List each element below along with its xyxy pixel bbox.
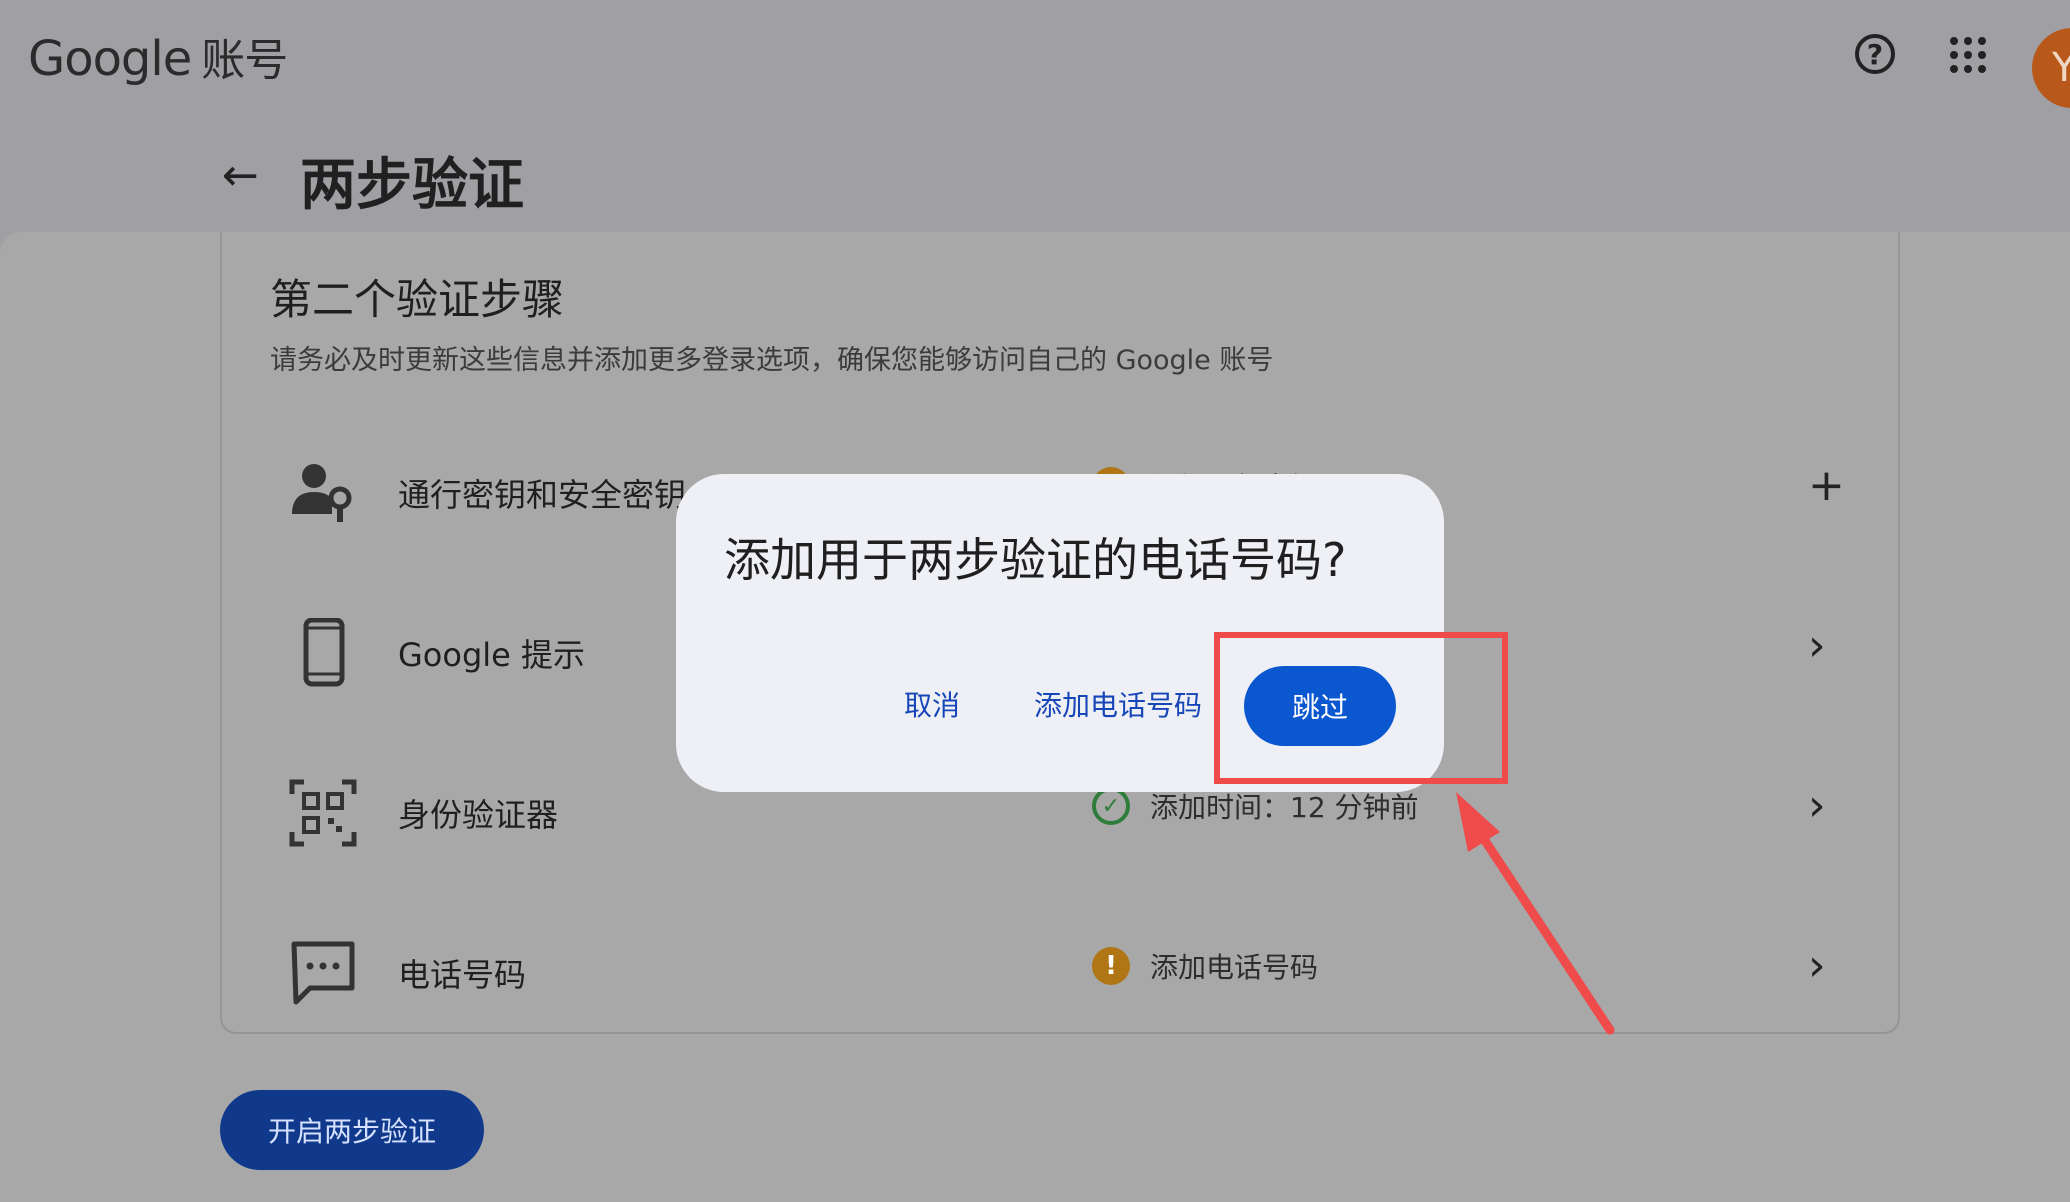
avatar[interactable]: Y	[2032, 28, 2070, 108]
row-label: 通行密钥和安全密钥	[398, 476, 687, 514]
google-account-logo[interactable]: Google 账号	[28, 24, 288, 88]
warning-icon: !	[1092, 947, 1130, 985]
cancel-button[interactable]: 取消	[904, 684, 960, 724]
chevron-right-icon[interactable]: ›	[1808, 620, 1826, 671]
logo-google-text: Google	[28, 31, 192, 87]
highlight-box	[1214, 632, 1508, 784]
row-phone-number[interactable]: 电话号码 ! 添加电话号码 ›	[220, 918, 1900, 1078]
back-arrow-icon[interactable]: ←	[222, 150, 259, 201]
dialog-title: 添加用于两步验证的电话号码?	[724, 533, 1347, 587]
person-key-icon	[292, 464, 352, 522]
row-label: 电话号码	[398, 956, 527, 994]
row-label: Google 提示	[398, 636, 586, 674]
enable-two-step-button[interactable]: 开启两步验证	[220, 1090, 484, 1170]
chevron-right-icon[interactable]: ›	[1808, 940, 1826, 991]
chevron-right-icon[interactable]: ›	[1808, 780, 1826, 831]
row-status: ✓ 添加时间：12 分钟前	[1092, 786, 1419, 826]
check-circle-icon: ✓	[1092, 787, 1130, 825]
logo-suffix-text: 账号	[201, 35, 288, 86]
apps-grid-icon[interactable]	[1950, 37, 1986, 73]
row-label: 身份验证器	[398, 796, 559, 834]
row-status: ! 添加电话号码	[1092, 946, 1318, 986]
plus-icon[interactable]: +	[1808, 460, 1845, 511]
top-bar: Google 账号 ? Y ← 两步验证	[0, 0, 2070, 232]
section-description: 请务必及时更新这些信息并添加更多登录选项，确保您能够访问自己的 Google 账…	[270, 345, 1274, 376]
qr-code-icon	[289, 779, 357, 847]
message-icon	[291, 941, 355, 1005]
add-phone-number-button[interactable]: 添加电话号码	[1034, 684, 1202, 724]
page-title: 两步验证	[300, 153, 524, 218]
section-title: 第二个验证步骤	[270, 275, 565, 324]
phone-icon	[303, 618, 345, 687]
help-icon[interactable]: ?	[1855, 34, 1895, 74]
